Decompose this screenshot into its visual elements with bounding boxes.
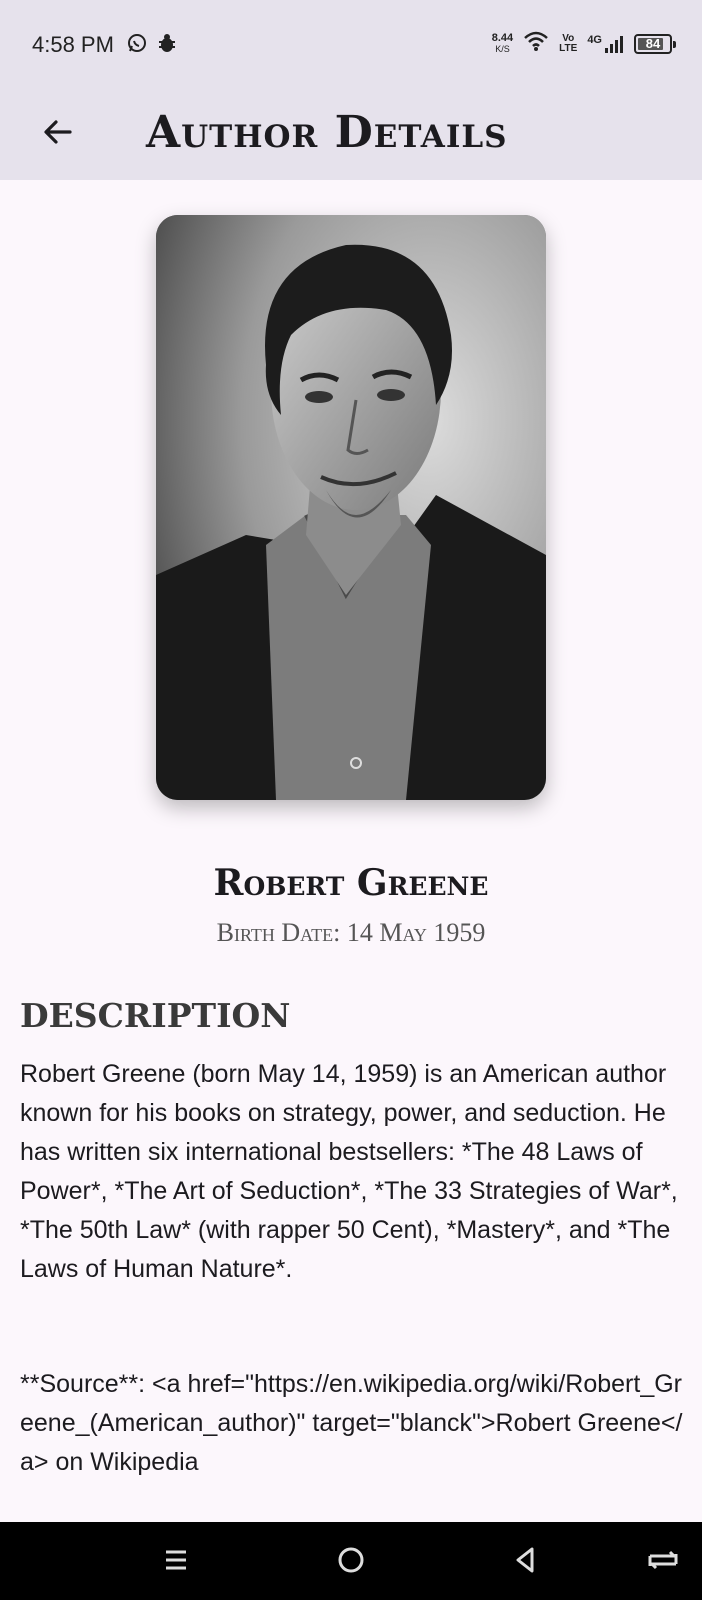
recent-apps-button[interactable] — [156, 1542, 196, 1582]
birth-date: Birth Date: 14 May 1959 — [216, 918, 486, 947]
recent-apps-icon — [162, 1546, 190, 1579]
system-nav-bar — [0, 1522, 702, 1600]
volte-top: Vo — [562, 32, 575, 44]
nav-back-button[interactable] — [506, 1542, 546, 1582]
wifi-icon — [523, 30, 549, 57]
description-text: Robert Greene (born May 14, 1959) is an … — [20, 1060, 678, 1283]
back-button[interactable] — [30, 106, 86, 162]
status-time: 4:58 PM — [32, 32, 114, 57]
network-type: 4G — [587, 33, 602, 46]
home-icon — [336, 1545, 366, 1580]
net-speed: 8.44 K/S — [491, 31, 514, 55]
volte-bottom: LTE — [559, 42, 578, 54]
status-notification-icons — [126, 32, 178, 59]
app-bar: Author Details — [0, 90, 702, 180]
net-speed-value: 8.44 — [491, 31, 514, 44]
rotate-button[interactable] — [643, 1542, 683, 1582]
signal-icon: 4G — [587, 34, 624, 54]
description-heading: DESCRIPTION — [20, 996, 291, 1035]
page-title: Author Details — [146, 107, 508, 158]
whatsapp-icon — [126, 32, 148, 59]
status-bar: 4:58 PM 8.44 K/S Vo LTE 4G 84 — [0, 0, 702, 90]
author-portrait — [156, 215, 546, 800]
battery-indicator: 84 — [634, 33, 676, 54]
home-button[interactable] — [331, 1542, 371, 1582]
back-triangle-icon — [512, 1546, 540, 1579]
rotate-icon — [646, 1546, 680, 1579]
battery-level: 84 — [645, 36, 661, 51]
status-system-icons: 8.44 K/S Vo LTE 4G 84 — [491, 30, 676, 57]
bug-icon — [156, 32, 178, 59]
net-speed-unit: K/S — [495, 43, 510, 54]
arrow-left-icon — [40, 114, 76, 155]
author-name: Robert Greene — [213, 862, 489, 904]
volte-indicator: Vo LTE — [559, 32, 578, 54]
description-source: **Source**: <a href="https://en.wikipedi… — [20, 1370, 683, 1476]
